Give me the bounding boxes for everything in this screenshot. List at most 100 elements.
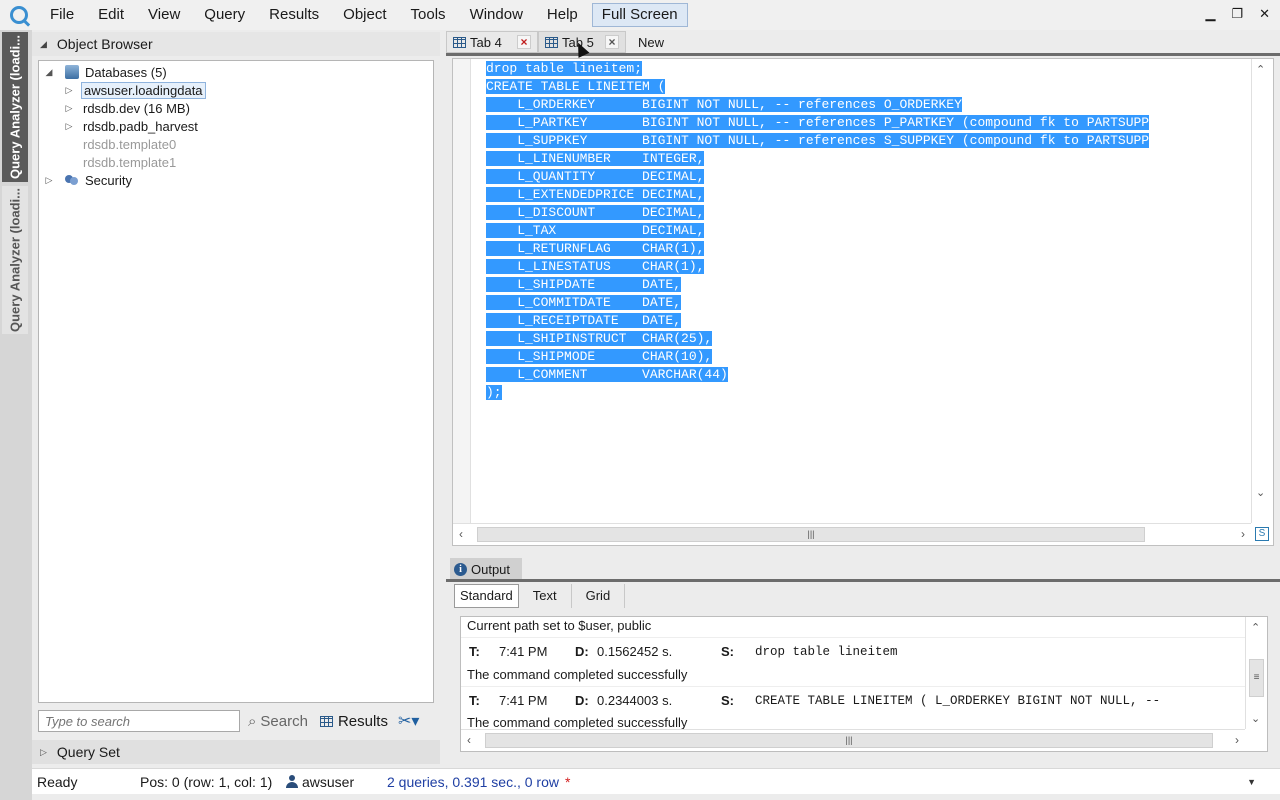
code-line: L_COMMITDATE DATE, [486,295,682,310]
menu-view[interactable]: View [136,0,192,30]
minimize-icon[interactable]: ▁ [1205,6,1215,22]
scroll-up-icon[interactable]: ⌃ [1256,63,1265,76]
close-tab-icon[interactable]: × [605,35,619,49]
scroll-right-icon[interactable]: › [1235,733,1239,747]
scroll-left-icon[interactable]: ‹ [467,733,471,747]
split-view-icon[interactable]: S [1255,527,1269,541]
code-line: L_PARTKEY BIGINT NOT NULL, -- references… [486,115,1150,130]
menu-window[interactable]: Window [458,0,535,30]
tab-grid[interactable]: Grid [572,584,626,608]
scroll-thumb[interactable]: ||| [477,527,1145,542]
status-ready: Ready [37,773,78,790]
menu-edit[interactable]: Edit [86,0,136,30]
status-user: awsuser [286,774,354,790]
grid-icon [453,36,466,48]
editor-vertical-scrollbar[interactable]: ⌃ ⌄ [1251,59,1273,523]
expand-icon[interactable]: ▷ [40,747,47,758]
code-line: L_EXTENDEDPRICE DECIMAL, [486,187,705,202]
status-dropdown-icon[interactable]: ▼ [1247,777,1256,787]
output-vertical-scrollbar[interactable]: ⌃ ≡ ⌄ [1245,617,1267,729]
code-line: L_SHIPINSTRUCT CHAR(25), [486,331,713,346]
code-line: L_QUANTITY DECIMAL, [486,169,705,184]
new-tab-button[interactable]: New [632,31,670,53]
search-label: Search [260,712,308,730]
output-title: Output [471,561,511,577]
results-label: Results [337,712,388,730]
code-line: L_LINESTATUS CHAR(1), [486,259,705,274]
output-message: The command completed successfully [467,715,688,730]
code-line: L_DISCOUNT DECIMAL, [486,205,705,220]
grid-icon [545,36,558,48]
code-line: CREATE TABLE LINEITEM ( [486,79,666,94]
tree-item-db-4[interactable]: rdsdb.template1 [83,153,176,171]
info-icon: i [454,562,467,576]
tools-dropdown-icon[interactable]: ✂▾ [398,711,419,731]
search-button[interactable]: ⌕ Search [248,713,308,730]
scroll-up-icon[interactable]: ⌃ [1251,621,1260,634]
scroll-thumb[interactable]: ||| [485,733,1213,748]
code-line: L_TAX DECIMAL, [486,223,705,238]
tab-standard[interactable]: Standard [454,584,519,608]
scroll-left-icon[interactable]: ‹ [459,527,463,541]
status-query-summary: 2 queries, 0.391 sec., 0 row * [387,773,571,790]
output-log: Current path set to $user, public T: 7:4… [460,616,1268,752]
object-browser-header[interactable]: ◢ Object Browser [32,32,440,56]
output-horizontal-scrollbar[interactable]: ‹ ||| › [461,729,1245,751]
tree-item-label: rdsdb.template1 [83,154,177,170]
menu-help[interactable]: Help [535,0,590,30]
close-icon[interactable]: ✕ [1259,6,1270,22]
tree-item-label: rdsdb.padb_harvest [83,118,198,134]
code-line: L_COMMENT VARCHAR(44) [486,367,728,382]
fullscreen-button[interactable]: Full Screen [591,3,688,27]
tab-text[interactable]: Text [519,584,572,608]
expand-icon[interactable]: ▷ [63,121,75,132]
tree-item-db-3[interactable]: rdsdb.template0 [83,135,176,153]
tree-item-db-2[interactable]: ▷ rdsdb.padb_harvest [63,117,198,135]
editor-horizontal-scrollbar[interactable]: ‹ ||| › [453,523,1251,545]
status-cursor-position: Pos: 0 (row: 1, col: 1) [140,773,273,790]
menu-file[interactable]: File [38,0,86,30]
menu-query[interactable]: Query [192,0,257,30]
users-icon [65,173,79,187]
side-tab-query-analyzer-2[interactable]: Query Analyzer (loadi... [2,186,28,334]
code-area[interactable]: drop table lineitem; CREATE TABLE LINEIT… [486,60,1252,522]
tree-item-databases[interactable]: ◢ Databases (5) [43,63,167,81]
output-tab[interactable]: i Output [450,558,522,580]
statement-value: CREATE TABLE LINEITEM ( L_ORDERKEY BIGIN… [755,693,1161,708]
search-input[interactable] [38,710,240,732]
unsaved-indicator: * [565,773,571,790]
tree-item-security[interactable]: ▷ Security [43,171,132,189]
collapse-icon[interactable]: ◢ [40,39,47,50]
sql-editor[interactable]: drop table lineitem; CREATE TABLE LINEIT… [452,58,1274,546]
menu-results[interactable]: Results [257,0,331,30]
duration-label: D: [575,644,589,659]
statement-label: S: [721,644,734,659]
output-entry: T: 7:41 PM D: 0.1562452 s. S: drop table… [469,644,898,659]
scroll-thumb[interactable]: ≡ [1249,659,1264,697]
scroll-down-icon[interactable]: ⌄ [1251,712,1260,725]
tab-4[interactable]: Tab 4 × [446,31,538,53]
window-controls: ▁ ❐ ✕ [1205,6,1270,22]
time-value: 7:41 PM [499,644,548,659]
app-logo-icon [10,6,28,24]
results-button[interactable]: Results [319,712,388,730]
expand-icon[interactable]: ▷ [63,103,75,114]
query-set-header[interactable]: ▷ Query Set [32,740,440,764]
expanded-icon[interactable]: ◢ [43,67,55,78]
tree-item-label: rdsdb.dev (16 MB) [83,100,190,116]
menu-tools[interactable]: Tools [399,0,458,30]
close-tab-icon[interactable]: × [517,35,531,49]
restore-icon[interactable]: ❐ [1231,6,1243,22]
scroll-down-icon[interactable]: ⌄ [1256,486,1265,499]
menu-object[interactable]: Object [331,0,398,30]
scroll-right-icon[interactable]: › [1241,527,1245,541]
code-line: drop table lineitem; [486,61,643,76]
code-line: ); [486,385,502,400]
output-message: The command completed successfully [467,667,688,682]
tree-item-db-0[interactable]: ▷ awsuser.loadingdata [63,81,206,99]
expand-icon[interactable]: ▷ [43,175,55,186]
side-tab-query-analyzer-1[interactable]: Query Analyzer (loadi... [2,32,28,182]
tree-item-db-1[interactable]: ▷ rdsdb.dev (16 MB) [63,99,190,117]
expand-icon[interactable]: ▷ [63,85,75,96]
side-tab-strip: Query Analyzer (loadi... Query Analyzer … [0,30,32,800]
